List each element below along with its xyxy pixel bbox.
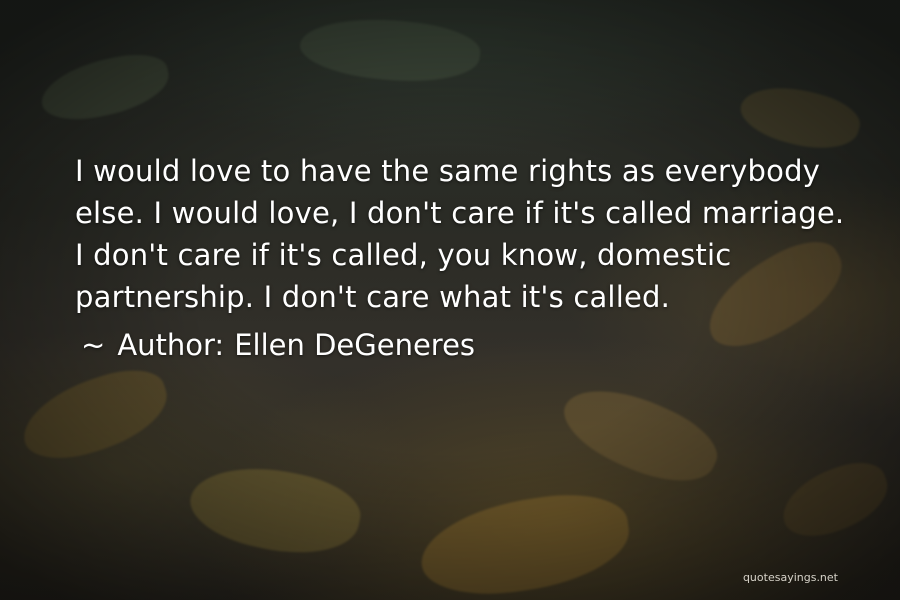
quote-block: I would love to have the same rights as …: [75, 150, 845, 366]
watermark: quotesayings.net: [742, 571, 838, 584]
author-label: Author:: [117, 328, 225, 362]
author-name: Ellen DeGeneres: [234, 328, 476, 362]
author-prefix: ~: [81, 328, 106, 362]
author-line: ~ Author: Ellen DeGeneres: [75, 324, 845, 366]
quote-text: I would love to have the same rights as …: [75, 154, 845, 314]
quote-image: I would love to have the same rights as …: [0, 0, 900, 600]
